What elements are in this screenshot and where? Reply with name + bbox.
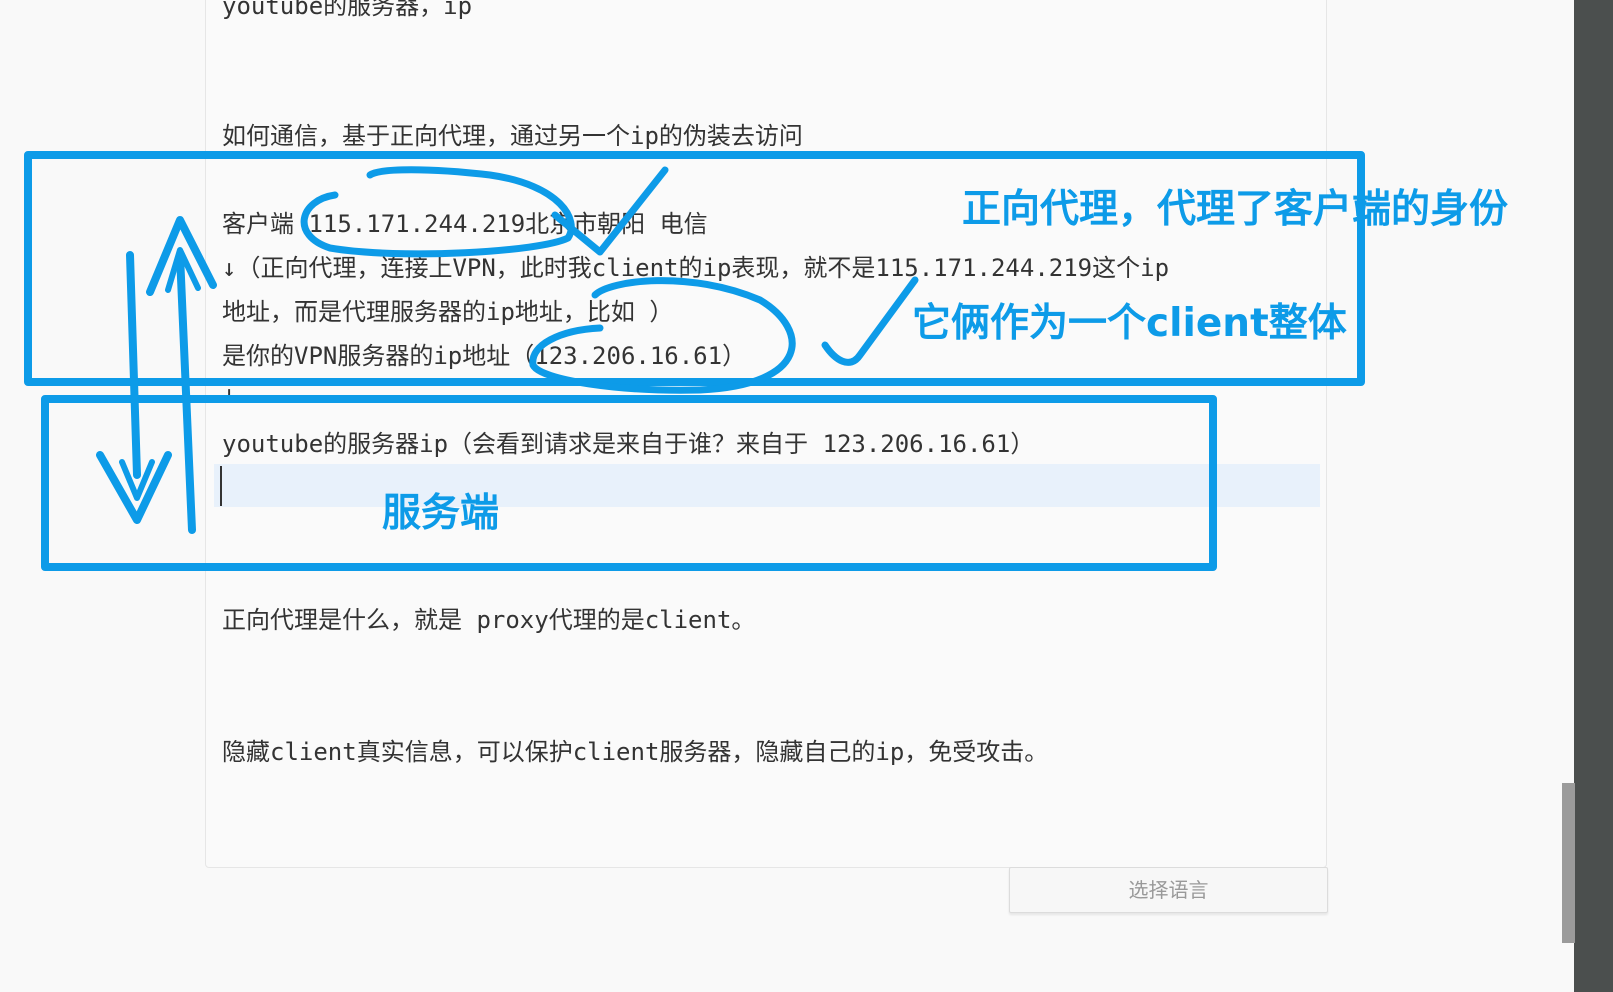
server-annotation: 服务端 (382, 491, 500, 536)
annotation-overlay (24, 151, 1365, 571)
down-arrow-shaft (126, 251, 141, 479)
ip-circle-1 (300, 166, 575, 258)
client-whole-annotation: 它俩作为一个client整体 (912, 301, 1347, 346)
check-mark-2 (821, 276, 919, 366)
up-arrow-shaft (176, 251, 196, 534)
forward-proxy-annotation: 正向代理，代理了客户端的身份 (962, 187, 1509, 232)
server-box (41, 395, 1217, 571)
ip-circle-2 (529, 277, 796, 394)
check-mark-1 (551, 166, 669, 256)
